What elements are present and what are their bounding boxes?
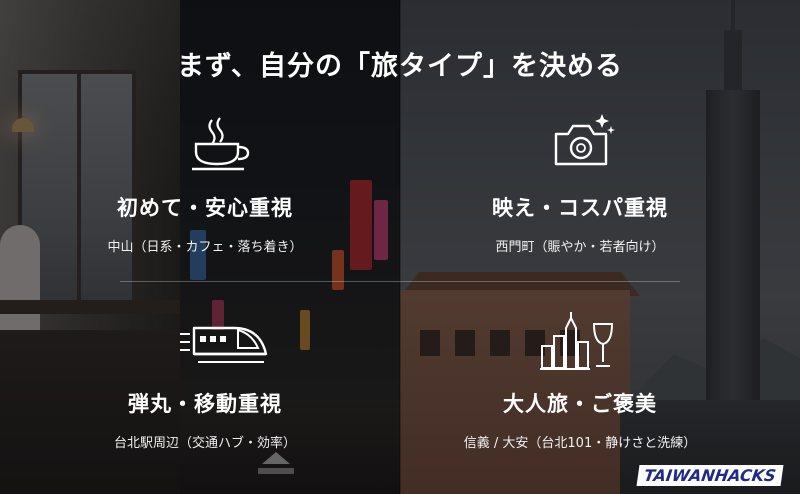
- bullet-train-icon: [180, 326, 268, 363]
- slide: まず、自分の「旅タイプ」を決める 初めて・安心重視 中山（日系・カフェ・落ち着き…: [0, 0, 800, 494]
- quadrant-subtitle: 中山（日系・カフェ・落ち着き）: [107, 240, 303, 255]
- quadrant-subtitle: 台北駅周辺（交通ハブ・効率）: [113, 436, 296, 451]
- street-arrow-marking: [258, 468, 294, 474]
- quadrant-subtitle: 信義 / 大安（台北101・静けさと洗練）: [463, 436, 697, 451]
- quadrant-adult-trip: 大人旅・ご褒美 信義 / 大安（台北101・静けさと洗練）: [400, 388, 760, 451]
- quadrant-label: 大人旅・ご褒美: [503, 392, 657, 416]
- quadrant-subtitle: 西門町（賑やか・若者向け）: [495, 240, 665, 255]
- coffee-cup-icon: [192, 117, 250, 171]
- quadrant-label: 弾丸・移動重視: [128, 392, 282, 416]
- street-arrow-marking: [262, 452, 290, 464]
- slide-title: まず、自分の「旅タイプ」を決める: [176, 51, 624, 82]
- quadrant-bullet-trip: 弾丸・移動重視 台北駅周辺（交通ハブ・効率）: [25, 388, 385, 451]
- quadrant-instagrammable: 映え・コスパ重視 西門町（賑やか・若者向け）: [400, 192, 760, 255]
- taiwanhacks-logo: TAIWANHACKS: [636, 465, 784, 486]
- quadrant-label: 映え・コスパ重視: [492, 196, 668, 220]
- horizontal-divider: [120, 281, 680, 282]
- camera-icon: [554, 114, 615, 166]
- quadrant-label: 初めて・安心重視: [117, 196, 293, 220]
- city-wine-icon: [540, 312, 614, 370]
- quadrant-first-time: 初めて・安心重視 中山（日系・カフェ・落ち着き）: [25, 192, 385, 255]
